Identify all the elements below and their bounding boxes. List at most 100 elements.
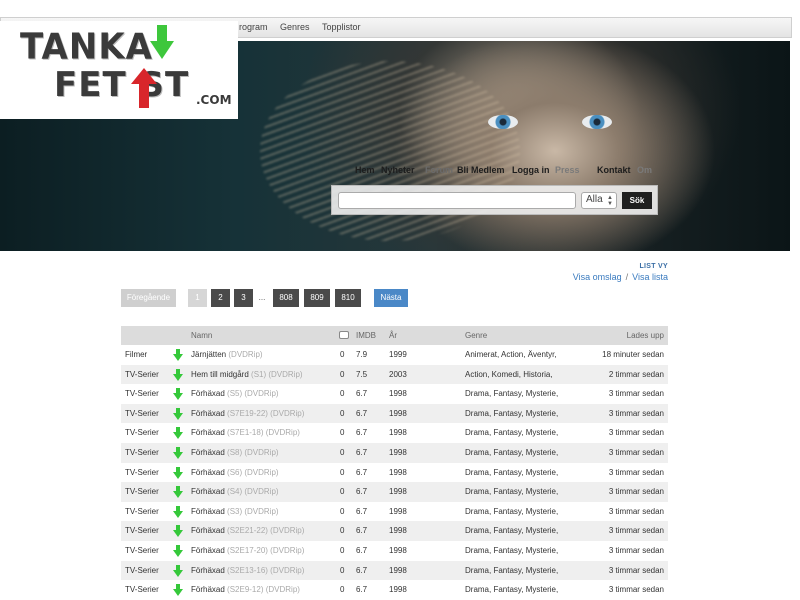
row-category[interactable]: TV-Serier xyxy=(125,507,159,516)
page-button-1[interactable]: 1 xyxy=(188,289,207,307)
row-title-text[interactable]: Förhäxad xyxy=(191,428,225,437)
row-title[interactable]: Hem till midgård (S1) (DVDRip) xyxy=(191,370,303,379)
prev-page-button[interactable]: Föregående xyxy=(121,289,176,307)
row-title[interactable]: Förhäxad (S6) (DVDRip) xyxy=(191,468,279,477)
row-title-text[interactable]: Hem till midgård xyxy=(191,370,249,379)
page-button-810[interactable]: 810 xyxy=(335,289,361,307)
row-title-text[interactable]: Förhäxad xyxy=(191,526,225,535)
row-title[interactable]: Förhäxad (S2E21-22) (DVDRip) xyxy=(191,526,304,535)
download-icon[interactable] xyxy=(173,564,183,577)
row-category[interactable]: TV-Serier xyxy=(125,389,159,398)
row-title[interactable]: Förhäxad (S3) (DVDRip) xyxy=(191,507,279,516)
row-title-text[interactable]: Förhäxad xyxy=(191,585,225,594)
row-title-text[interactable]: Förhäxad xyxy=(191,468,225,477)
nav-kontakt[interactable]: Kontakt xyxy=(597,165,631,175)
table-row[interactable]: TV-Serier Förhäxad (S8) (DVDRip) 0 6.7 1… xyxy=(121,442,668,463)
download-icon[interactable] xyxy=(173,407,183,420)
download-icon[interactable] xyxy=(173,584,183,597)
row-category[interactable]: TV-Serier xyxy=(125,428,159,437)
page-button-3[interactable]: 3 xyxy=(234,289,253,307)
row-category[interactable]: TV-Serier xyxy=(125,585,159,594)
table-row[interactable]: TV-Serier Förhäxad (S2E21-22) (DVDRip) 0… xyxy=(121,521,668,541)
topnav-link-genres[interactable]: Genres xyxy=(280,22,310,32)
table-row[interactable]: TV-Serier Förhäxad (S2E13-16) (DVDRip) 0… xyxy=(121,560,668,581)
table-row[interactable]: TV-Serier Förhäxad (S2E17-20) (DVDRip) 0… xyxy=(121,541,668,561)
nav-press[interactable]: Press xyxy=(555,165,580,175)
next-page-button[interactable]: Nästa xyxy=(374,289,408,307)
row-title-text[interactable]: Förhäxad xyxy=(191,487,225,496)
row-category[interactable]: TV-Serier xyxy=(125,370,159,379)
row-title[interactable]: Förhäxad (S5) (DVDRip) xyxy=(191,389,279,398)
view-mode-title: LIST VY xyxy=(639,263,668,270)
table-row[interactable]: TV-Serier Hem till midgård (S1) (DVDRip)… xyxy=(121,364,668,385)
header-name[interactable]: Namn xyxy=(191,331,212,340)
row-title[interactable]: Förhäxad (S7E19-22) (DVDRip) xyxy=(191,409,304,418)
row-category[interactable]: Filmer xyxy=(125,350,147,359)
nav-logga-in[interactable]: Logga in xyxy=(512,165,550,175)
view-list-link[interactable]: Visa lista xyxy=(632,272,668,282)
row-year: 1998 xyxy=(389,389,407,399)
download-icon[interactable] xyxy=(173,544,183,557)
page-button-2[interactable]: 2 xyxy=(211,289,230,307)
download-icon[interactable] xyxy=(173,446,183,459)
header-year[interactable]: År xyxy=(389,331,397,340)
download-icon[interactable] xyxy=(173,486,183,499)
download-icon[interactable] xyxy=(173,368,183,381)
row-category[interactable]: TV-Serier xyxy=(125,487,159,496)
nav-bli-medlem[interactable]: Bli Medlem xyxy=(457,165,505,175)
category-select[interactable]: Alla ▲ ▼ xyxy=(581,192,617,209)
nav-nyheter[interactable]: Nyheter xyxy=(381,165,415,175)
row-title-text[interactable]: Förhäxad xyxy=(191,448,225,457)
site-logo[interactable]: TANKA FET ST .COM xyxy=(0,21,238,119)
view-cover-link[interactable]: Visa omslag xyxy=(573,272,622,282)
row-title[interactable]: Förhäxad (S2E13-16) (DVDRip) xyxy=(191,566,304,575)
table-row[interactable]: TV-Serier Förhäxad (S4) (DVDRip) 0 6.7 1… xyxy=(121,482,668,502)
row-comments: 0 xyxy=(340,585,345,595)
download-icon[interactable] xyxy=(173,505,183,518)
topnav-link-program[interactable]: rogram xyxy=(239,22,268,32)
download-icon[interactable] xyxy=(173,427,183,440)
nav-hem[interactable]: Hem xyxy=(355,165,375,175)
download-icon[interactable] xyxy=(173,349,183,361)
row-title-text[interactable]: Förhäxad xyxy=(191,409,225,418)
nav-forum[interactable]: Forum xyxy=(425,165,453,175)
table-row[interactable]: TV-Serier Förhäxad (S7E1-18) (DVDRip) 0 … xyxy=(121,423,668,443)
row-title-text[interactable]: Förhäxad xyxy=(191,389,225,398)
row-title[interactable]: Förhäxad (S8) (DVDRip) xyxy=(191,448,279,457)
download-icon[interactable] xyxy=(173,388,183,401)
row-category[interactable]: TV-Serier xyxy=(125,468,159,477)
download-icon[interactable] xyxy=(173,466,183,479)
table-row[interactable]: TV-Serier Förhäxad (S5) (DVDRip) 0 6.7 1… xyxy=(121,384,668,404)
row-title-text[interactable]: Järnjätten xyxy=(191,350,226,359)
header-genre[interactable]: Genre xyxy=(465,331,487,340)
row-category[interactable]: TV-Serier xyxy=(125,409,159,418)
row-title-text[interactable]: Förhäxad xyxy=(191,507,225,516)
row-category[interactable]: TV-Serier xyxy=(125,546,159,555)
header-uploaded[interactable]: Lades upp xyxy=(627,331,664,340)
row-uploaded: 3 timmar sedan xyxy=(608,408,664,418)
row-title[interactable]: Förhäxad (S4) (DVDRip) xyxy=(191,487,279,496)
row-uploaded: 3 timmar sedan xyxy=(608,389,664,399)
search-button[interactable]: Sök xyxy=(622,192,652,209)
header-imdb[interactable]: IMDB xyxy=(356,331,376,340)
row-title-text[interactable]: Förhäxad xyxy=(191,546,225,555)
row-category[interactable]: TV-Serier xyxy=(125,566,159,575)
row-title[interactable]: Förhäxad (S7E1-18) (DVDRip) xyxy=(191,428,300,437)
page-button-809[interactable]: 809 xyxy=(304,289,330,307)
nav-om[interactable]: Om xyxy=(637,165,652,175)
row-category[interactable]: TV-Serier xyxy=(125,526,159,535)
search-input[interactable] xyxy=(338,192,576,209)
table-row[interactable]: TV-Serier Förhäxad (S3) (DVDRip) 0 6.7 1… xyxy=(121,502,668,522)
row-category[interactable]: TV-Serier xyxy=(125,448,159,457)
row-title[interactable]: Förhäxad (S2E17-20) (DVDRip) xyxy=(191,546,304,555)
table-row[interactable]: TV-Serier Förhäxad (S6) (DVDRip) 0 6.7 1… xyxy=(121,463,668,483)
download-icon[interactable] xyxy=(173,525,183,538)
table-row[interactable]: TV-Serier Förhäxad (S2E9-12) (DVDRip) 0 … xyxy=(121,580,668,600)
row-title[interactable]: Förhäxad (S2E9-12) (DVDRip) xyxy=(191,585,300,594)
topnav-link-topplistor[interactable]: Topplistor xyxy=(322,22,361,32)
table-row[interactable]: Filmer Järnjätten (DVDRip) 0 7.9 1999 An… xyxy=(121,345,668,365)
table-row[interactable]: TV-Serier Förhäxad (S7E19-22) (DVDRip) 0… xyxy=(121,403,668,424)
page-button-808[interactable]: 808 xyxy=(273,289,299,307)
row-title[interactable]: Järnjätten (DVDRip) xyxy=(191,350,263,359)
row-title-text[interactable]: Förhäxad xyxy=(191,566,225,575)
